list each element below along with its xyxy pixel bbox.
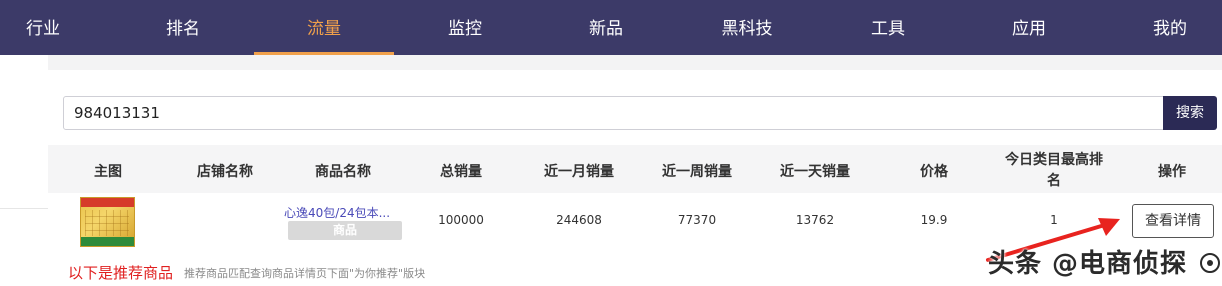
nav-item-black-tech[interactable]: 黑科技 xyxy=(677,0,817,55)
watermark-logo-icon xyxy=(1200,253,1220,273)
header-week-sales: 近一周销量 xyxy=(662,164,732,180)
header-product-name: 商品名称 xyxy=(315,164,371,180)
thumbnail-pattern xyxy=(85,210,129,236)
recommend-title: 以下是推荐商品 xyxy=(68,264,174,282)
header-action: 操作 xyxy=(1158,164,1186,180)
left-pane xyxy=(0,55,48,286)
recommend-note: 推荐商品匹配查询商品详情页下面"为你推荐"版块 xyxy=(184,267,426,280)
header-main-image: 主图 xyxy=(94,164,122,180)
cell-month-sales: 244608 xyxy=(556,213,602,227)
header-shop-name: 店铺名称 xyxy=(197,164,253,180)
search-button[interactable]: 搜索 xyxy=(1163,96,1217,130)
header-day-sales: 近一天销量 xyxy=(780,164,850,180)
header-price: 价格 xyxy=(920,164,948,180)
nav-item-new-products[interactable]: 新品 xyxy=(536,0,676,55)
nav-item-mine[interactable]: 我的 xyxy=(1100,0,1222,55)
cell-day-sales: 13762 xyxy=(795,213,835,227)
nav-item-tools[interactable]: 工具 xyxy=(818,0,958,55)
cell-price: 19.9 xyxy=(920,213,948,227)
nav-item-traffic[interactable]: 流量 xyxy=(254,0,394,55)
nav-item-monitor[interactable]: 监控 xyxy=(395,0,535,55)
nav-item-apps[interactable]: 应用 xyxy=(959,0,1099,55)
thumbnail-footer xyxy=(81,237,134,246)
nav-item-industry[interactable]: 行业 xyxy=(0,0,113,55)
left-divider xyxy=(0,208,48,209)
product-thumbnail[interactable] xyxy=(80,197,135,247)
header-total-sales: 总销量 xyxy=(440,164,482,180)
product-id-chip: 商品ID:984013131 xyxy=(288,221,402,256)
cell-week-sales: 77370 xyxy=(677,213,717,227)
thumbnail-band xyxy=(81,198,134,207)
nav-item-ranking[interactable]: 排名 xyxy=(113,0,253,55)
search-input[interactable]: 984013131 xyxy=(63,96,1165,130)
header-category-rank: 今日类目最高排 名 xyxy=(1005,152,1103,189)
top-nav: 行业 排名 流量 监控 新品 黑科技 工具 应用 我的 xyxy=(0,0,1222,55)
nav-active-underline xyxy=(254,52,394,55)
cell-total-sales: 100000 xyxy=(438,213,484,227)
view-details-button[interactable]: 查看详情 xyxy=(1132,204,1214,238)
watermark-text: 头条 @电商侦探 xyxy=(988,249,1188,279)
header-month-sales: 近一月销量 xyxy=(544,164,614,180)
product-name-link[interactable]: 心逸40包/24包本... xyxy=(284,204,396,221)
